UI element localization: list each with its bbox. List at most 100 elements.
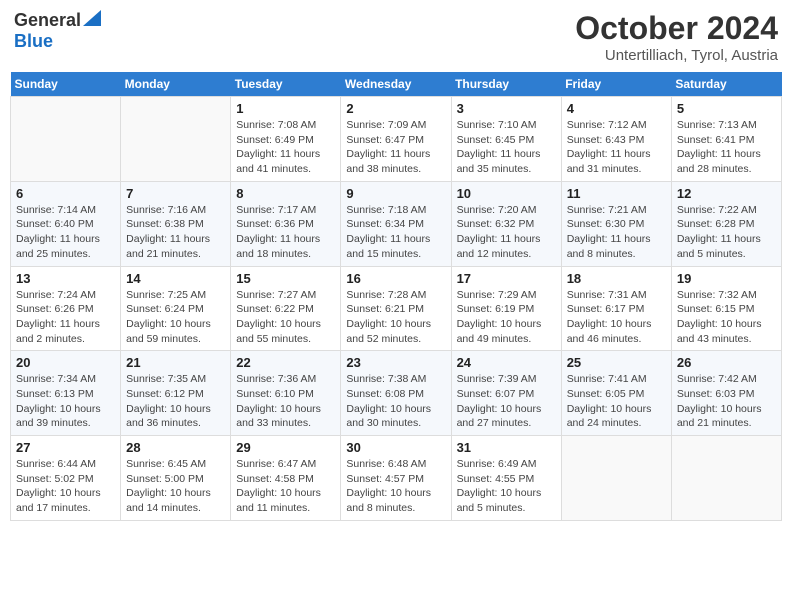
calendar-cell: 7Sunrise: 7:16 AM Sunset: 6:38 PM Daylig… [121, 181, 231, 266]
day-detail: Sunrise: 7:20 AM Sunset: 6:32 PM Dayligh… [457, 203, 556, 262]
calendar-cell: 26Sunrise: 7:42 AM Sunset: 6:03 PM Dayli… [671, 351, 781, 436]
day-number: 4 [567, 101, 666, 116]
calendar-cell: 8Sunrise: 7:17 AM Sunset: 6:36 PM Daylig… [231, 181, 341, 266]
day-number: 23 [346, 355, 445, 370]
day-detail: Sunrise: 7:34 AM Sunset: 6:13 PM Dayligh… [16, 372, 115, 431]
day-number: 10 [457, 186, 556, 201]
day-detail: Sunrise: 7:38 AM Sunset: 6:08 PM Dayligh… [346, 372, 445, 431]
day-detail: Sunrise: 7:10 AM Sunset: 6:45 PM Dayligh… [457, 118, 556, 177]
logo-triangle-icon [83, 10, 101, 26]
day-detail: Sunrise: 7:42 AM Sunset: 6:03 PM Dayligh… [677, 372, 776, 431]
calendar-cell [11, 97, 121, 182]
day-detail: Sunrise: 7:32 AM Sunset: 6:15 PM Dayligh… [677, 288, 776, 347]
day-detail: Sunrise: 7:12 AM Sunset: 6:43 PM Dayligh… [567, 118, 666, 177]
calendar-cell: 19 Sunrise: 7:32 AM Sunset: 6:15 PM Dayli… [671, 266, 781, 351]
calendar-cell: 15Sunrise: 7:27 AM Sunset: 6:22 PM Dayli… [231, 266, 341, 351]
day-detail: Sunrise: 7:31 AM Sunset: 6:17 PM Dayligh… [567, 288, 666, 347]
logo-blue-text: Blue [14, 31, 53, 51]
column-header-sunday: Sunday [11, 72, 121, 97]
week-row-3: 13 Sunrise: 7:24 AM Sunset: 6:26 PM Dayli… [11, 266, 782, 351]
day-detail: Sunrise: 6:44 AM Sunset: 5:02 PM Dayligh… [16, 457, 115, 516]
column-header-saturday: Saturday [671, 72, 781, 97]
day-number: 20 [16, 355, 115, 370]
calendar-cell: 3 Sunrise: 7:10 AM Sunset: 6:45 PM Daylig… [451, 97, 561, 182]
day-number: 3 [457, 101, 556, 116]
day-number: 12 [677, 186, 776, 201]
day-number: 16 [346, 271, 445, 286]
day-detail: Sunrise: 6:49 AM Sunset: 4:55 PM Dayligh… [457, 457, 556, 516]
calendar-cell: 17 Sunrise: 7:29 AM Sunset: 6:19 PM Dayli… [451, 266, 561, 351]
calendar-cell: 21Sunrise: 7:35 AM Sunset: 6:12 PM Dayli… [121, 351, 231, 436]
day-detail: Sunrise: 6:45 AM Sunset: 5:00 PM Dayligh… [126, 457, 225, 516]
day-detail: Sunrise: 7:27 AM Sunset: 6:22 PM Dayligh… [236, 288, 335, 347]
day-detail: Sunrise: 7:08 AM Sunset: 6:49 PM Dayligh… [236, 118, 335, 177]
column-header-monday: Monday [121, 72, 231, 97]
day-number: 7 [126, 186, 225, 201]
day-detail: Sunrise: 7:24 AM Sunset: 6:26 PM Dayligh… [16, 288, 115, 347]
day-number: 22 [236, 355, 335, 370]
day-number: 9 [346, 186, 445, 201]
day-detail: Sunrise: 7:36 AM Sunset: 6:10 PM Dayligh… [236, 372, 335, 431]
day-number: 18 [567, 271, 666, 286]
calendar-location: Untertilliach, Tyrol, Austria [575, 47, 778, 64]
calendar-cell [561, 436, 671, 521]
column-header-wednesday: Wednesday [341, 72, 451, 97]
day-number: 8 [236, 186, 335, 201]
day-number: 28 [126, 440, 225, 455]
day-detail: Sunrise: 7:22 AM Sunset: 6:28 PM Dayligh… [677, 203, 776, 262]
week-row-2: 6 Sunrise: 7:14 AM Sunset: 6:40 PM Daylig… [11, 181, 782, 266]
calendar-cell: 31Sunrise: 6:49 AM Sunset: 4:55 PM Dayli… [451, 436, 561, 521]
column-header-thursday: Thursday [451, 72, 561, 97]
calendar-cell: 10 Sunrise: 7:20 AM Sunset: 6:32 PM Dayli… [451, 181, 561, 266]
day-detail: Sunrise: 7:39 AM Sunset: 6:07 PM Dayligh… [457, 372, 556, 431]
calendar-cell: 1 Sunrise: 7:08 AM Sunset: 6:49 PM Daylig… [231, 97, 341, 182]
day-detail: Sunrise: 7:13 AM Sunset: 6:41 PM Dayligh… [677, 118, 776, 177]
day-number: 19 [677, 271, 776, 286]
calendar-cell: 27 Sunrise: 6:44 AM Sunset: 5:02 PM Dayli… [11, 436, 121, 521]
column-header-tuesday: Tuesday [231, 72, 341, 97]
day-number: 17 [457, 271, 556, 286]
day-detail: Sunrise: 7:25 AM Sunset: 6:24 PM Dayligh… [126, 288, 225, 347]
day-detail: Sunrise: 7:14 AM Sunset: 6:40 PM Dayligh… [16, 203, 115, 262]
day-number: 5 [677, 101, 776, 116]
day-detail: Sunrise: 7:28 AM Sunset: 6:21 PM Dayligh… [346, 288, 445, 347]
calendar-cell: 30Sunrise: 6:48 AM Sunset: 4:57 PM Dayli… [341, 436, 451, 521]
day-detail: Sunrise: 7:29 AM Sunset: 6:19 PM Dayligh… [457, 288, 556, 347]
day-detail: Sunrise: 7:35 AM Sunset: 6:12 PM Dayligh… [126, 372, 225, 431]
title-block: October 2024 Untertilliach, Tyrol, Austr… [575, 10, 778, 64]
calendar-table: SundayMondayTuesdayWednesdayThursdayFrid… [10, 72, 782, 521]
calendar-cell: 6 Sunrise: 7:14 AM Sunset: 6:40 PM Daylig… [11, 181, 121, 266]
calendar-cell: 12 Sunrise: 7:22 AM Sunset: 6:28 PM Dayli… [671, 181, 781, 266]
calendar-title: October 2024 [575, 10, 778, 47]
calendar-cell [671, 436, 781, 521]
calendar-cell: 5 Sunrise: 7:13 AM Sunset: 6:41 PM Daylig… [671, 97, 781, 182]
calendar-cell [121, 97, 231, 182]
calendar-cell: 29Sunrise: 6:47 AM Sunset: 4:58 PM Dayli… [231, 436, 341, 521]
calendar-cell: 14 Sunrise: 7:25 AM Sunset: 6:24 PM Dayli… [121, 266, 231, 351]
day-number: 30 [346, 440, 445, 455]
week-row-1: 1 Sunrise: 7:08 AM Sunset: 6:49 PM Daylig… [11, 97, 782, 182]
column-header-friday: Friday [561, 72, 671, 97]
day-number: 27 [16, 440, 115, 455]
day-detail: Sunrise: 7:18 AM Sunset: 6:34 PM Dayligh… [346, 203, 445, 262]
day-detail: Sunrise: 6:47 AM Sunset: 4:58 PM Dayligh… [236, 457, 335, 516]
logo: General Blue [14, 10, 101, 52]
week-row-4: 20 Sunrise: 7:34 AM Sunset: 6:13 PM Dayli… [11, 351, 782, 436]
calendar-cell: 4 Sunrise: 7:12 AM Sunset: 6:43 PM Daylig… [561, 97, 671, 182]
day-number: 24 [457, 355, 556, 370]
calendar-cell: 28 Sunrise: 6:45 AM Sunset: 5:00 PM Dayli… [121, 436, 231, 521]
page-header: General Blue October 2024 Untertilliach,… [10, 10, 782, 64]
day-number: 2 [346, 101, 445, 116]
calendar-cell: 25Sunrise: 7:41 AM Sunset: 6:05 PM Dayli… [561, 351, 671, 436]
calendar-cell: 24 Sunrise: 7:39 AM Sunset: 6:07 PM Dayli… [451, 351, 561, 436]
calendar-cell: 23 Sunrise: 7:38 AM Sunset: 6:08 PM Dayli… [341, 351, 451, 436]
day-detail: Sunrise: 7:41 AM Sunset: 6:05 PM Dayligh… [567, 372, 666, 431]
calendar-cell: 20 Sunrise: 7:34 AM Sunset: 6:13 PM Dayli… [11, 351, 121, 436]
calendar-cell: 22 Sunrise: 7:36 AM Sunset: 6:10 PM Dayli… [231, 351, 341, 436]
day-number: 13 [16, 271, 115, 286]
day-number: 6 [16, 186, 115, 201]
day-number: 1 [236, 101, 335, 116]
calendar-cell: 9 Sunrise: 7:18 AM Sunset: 6:34 PM Daylig… [341, 181, 451, 266]
day-detail: Sunrise: 7:21 AM Sunset: 6:30 PM Dayligh… [567, 203, 666, 262]
day-number: 14 [126, 271, 225, 286]
